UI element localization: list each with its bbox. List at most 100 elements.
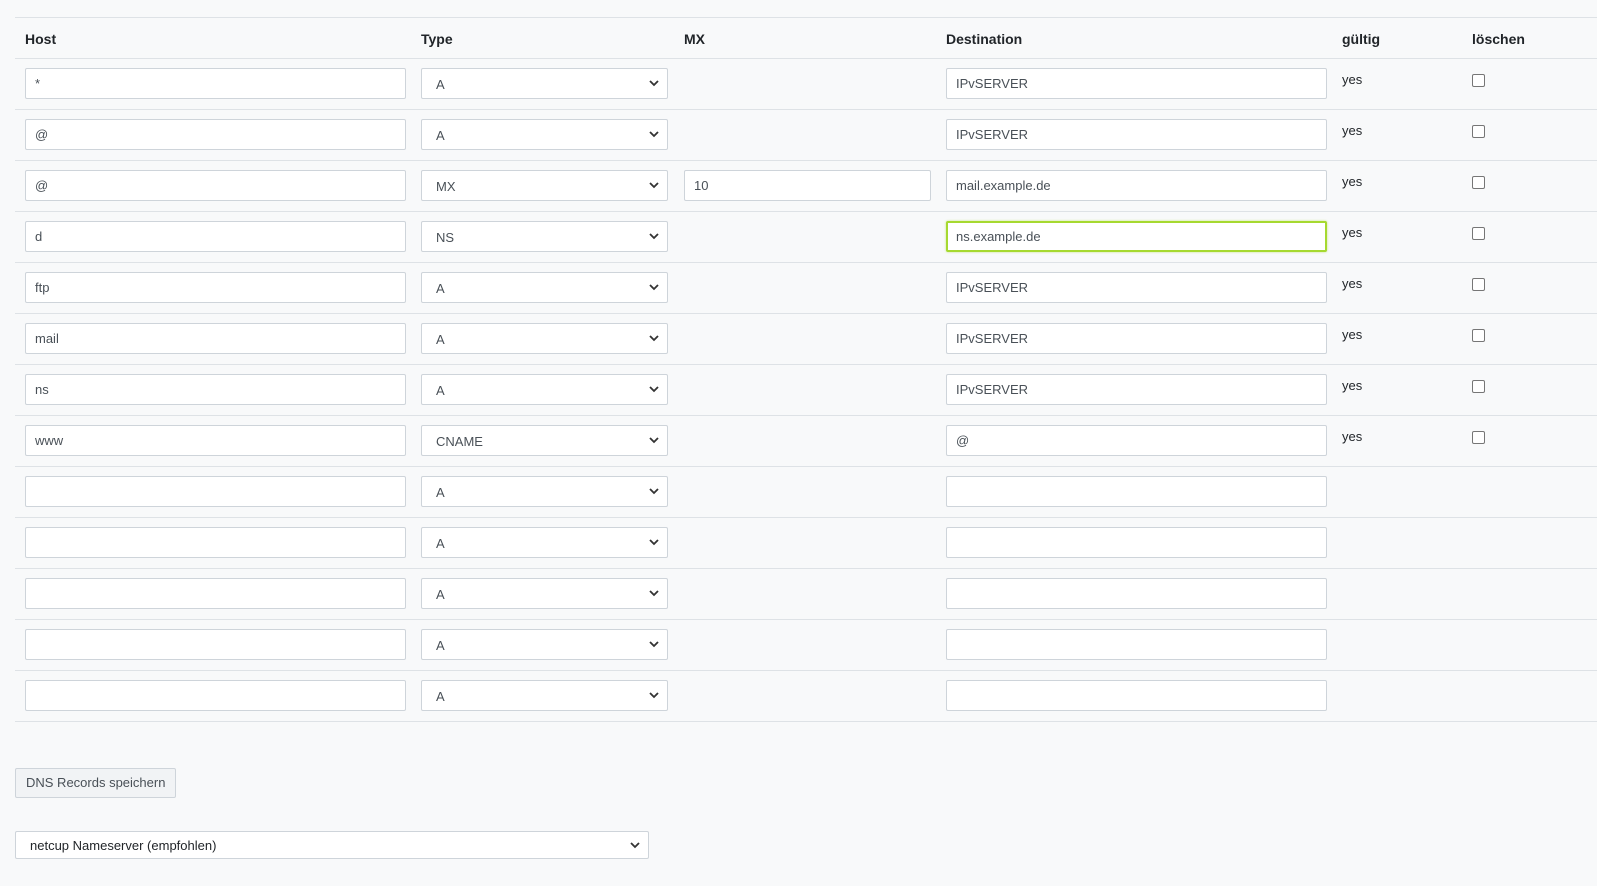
mx-priority-input[interactable] <box>684 170 931 201</box>
type-select[interactable]: A <box>421 119 668 150</box>
header-type: Type <box>421 31 453 47</box>
type-select-value: MX <box>436 179 456 194</box>
destination-input[interactable] <box>946 221 1327 252</box>
type-select[interactable]: A <box>421 68 668 99</box>
host-input[interactable] <box>25 221 406 252</box>
chevron-down-icon <box>649 182 659 189</box>
nameserver-select[interactable]: netcup Nameserver (empfohlen) <box>15 831 649 859</box>
header-delete: löschen <box>1472 31 1525 47</box>
dns-record-row: A <box>15 671 1597 722</box>
host-input[interactable] <box>25 68 406 99</box>
destination-input[interactable] <box>946 629 1327 660</box>
dns-record-row: A <box>15 467 1597 518</box>
table-header-row: Host Type MX Destination gültig löschen <box>15 18 1597 59</box>
host-input[interactable] <box>25 578 406 609</box>
chevron-down-icon <box>630 842 640 849</box>
delete-checkbox[interactable] <box>1472 176 1485 189</box>
nameserver-select-value: netcup Nameserver (empfohlen) <box>30 838 217 853</box>
type-select-value: A <box>436 281 445 296</box>
destination-input[interactable] <box>946 476 1327 507</box>
dns-record-row: Ayes <box>15 263 1597 314</box>
type-select-value: A <box>436 332 445 347</box>
type-select-value: A <box>436 383 445 398</box>
dns-record-row: MX yes <box>15 161 1597 212</box>
host-input[interactable] <box>25 680 406 711</box>
dns-record-row: A <box>15 518 1597 569</box>
valid-status: yes <box>1342 327 1363 342</box>
host-input[interactable] <box>25 374 406 405</box>
delete-checkbox[interactable] <box>1472 227 1485 240</box>
chevron-down-icon <box>649 386 659 393</box>
type-select[interactable]: A <box>421 476 668 507</box>
destination-input[interactable] <box>946 272 1327 303</box>
valid-status: yes <box>1342 378 1363 393</box>
delete-checkbox[interactable] <box>1472 431 1485 444</box>
destination-input[interactable] <box>946 578 1327 609</box>
chevron-down-icon <box>649 335 659 342</box>
type-select-value: CNAME <box>436 434 483 449</box>
host-input[interactable] <box>25 476 406 507</box>
dns-record-row: Ayes <box>15 365 1597 416</box>
save-dns-records-button[interactable]: DNS Records speichern <box>15 768 177 798</box>
chevron-down-icon <box>649 131 659 138</box>
host-input[interactable] <box>25 272 406 303</box>
dns-records-table: Host Type MX Destination gültig löschen … <box>15 17 1597 722</box>
host-input[interactable] <box>25 170 406 201</box>
dns-record-row: A <box>15 569 1597 620</box>
valid-status: yes <box>1342 123 1363 138</box>
type-select-value: A <box>436 638 445 653</box>
chevron-down-icon <box>649 539 659 546</box>
host-input[interactable] <box>25 323 406 354</box>
destination-input[interactable] <box>946 680 1327 711</box>
type-select-value: A <box>436 77 445 92</box>
destination-input[interactable] <box>946 119 1327 150</box>
destination-input[interactable] <box>946 170 1327 201</box>
dns-record-row: Ayes <box>15 110 1597 161</box>
type-select-value: A <box>436 485 445 500</box>
type-select-value: A <box>436 587 445 602</box>
chevron-down-icon <box>649 692 659 699</box>
delete-checkbox[interactable] <box>1472 74 1485 87</box>
dns-record-row: Ayes <box>15 59 1597 110</box>
dns-record-row: Ayes <box>15 314 1597 365</box>
chevron-down-icon <box>649 233 659 240</box>
type-select[interactable]: NS <box>421 221 668 252</box>
type-select[interactable]: MX <box>421 170 668 201</box>
chevron-down-icon <box>649 284 659 291</box>
type-select[interactable]: A <box>421 527 668 558</box>
type-select-value: A <box>436 128 445 143</box>
chevron-down-icon <box>649 437 659 444</box>
destination-input[interactable] <box>946 68 1327 99</box>
delete-checkbox[interactable] <box>1472 278 1485 291</box>
destination-input[interactable] <box>946 425 1327 456</box>
host-input[interactable] <box>25 527 406 558</box>
type-select[interactable]: A <box>421 272 668 303</box>
type-select[interactable]: A <box>421 374 668 405</box>
destination-input[interactable] <box>946 527 1327 558</box>
host-input[interactable] <box>25 629 406 660</box>
header-host: Host <box>25 31 57 47</box>
delete-checkbox[interactable] <box>1472 380 1485 393</box>
valid-status: yes <box>1342 429 1363 444</box>
type-select[interactable]: A <box>421 680 668 711</box>
valid-status: yes <box>1342 225 1363 240</box>
type-select[interactable]: A <box>421 578 668 609</box>
valid-status: yes <box>1342 276 1363 291</box>
valid-status: yes <box>1342 72 1363 87</box>
type-select-value: A <box>436 536 445 551</box>
type-select[interactable]: CNAME <box>421 425 668 456</box>
dns-record-row: A <box>15 620 1597 671</box>
type-select-value: A <box>436 689 445 704</box>
header-mx: MX <box>684 31 705 47</box>
type-select[interactable]: A <box>421 323 668 354</box>
header-valid: gültig <box>1342 31 1381 47</box>
delete-checkbox[interactable] <box>1472 125 1485 138</box>
type-select-value: NS <box>436 230 455 245</box>
type-select[interactable]: A <box>421 629 668 660</box>
dns-record-row: NS yes <box>15 212 1597 263</box>
host-input[interactable] <box>25 119 406 150</box>
destination-input[interactable] <box>946 323 1327 354</box>
host-input[interactable] <box>25 425 406 456</box>
destination-input[interactable] <box>946 374 1327 405</box>
delete-checkbox[interactable] <box>1472 329 1485 342</box>
